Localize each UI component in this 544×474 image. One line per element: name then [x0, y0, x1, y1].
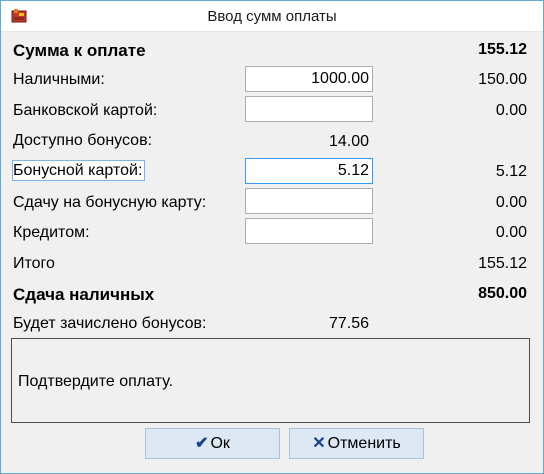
check-icon: ✔: [195, 435, 209, 452]
bonus-available-value: 14.00: [328, 133, 369, 150]
bank-card-value: 0.00: [495, 102, 527, 119]
total-value: 155.12: [478, 255, 527, 272]
cancel-button-label: Отменить: [327, 435, 401, 452]
bonus-card-label: Бонусной картой:: [11, 160, 146, 181]
window-title: Ввод сумм оплаты: [207, 8, 337, 25]
change-to-bonus-label: Сдачу на бонусную карту:: [13, 194, 207, 211]
cash-input[interactable]: 1000.00: [245, 66, 373, 92]
credit-label: Кредитом:: [13, 224, 90, 241]
bank-card-label: Банковской картой:: [13, 102, 158, 119]
bonus-card-label-text: Бонусной картой:: [11, 160, 146, 181]
message-panel: Подтвердите оплату.: [11, 338, 530, 423]
bonus-card-value: 5.12: [495, 163, 527, 180]
total-due-value: 155.12: [478, 41, 527, 58]
bank-card-input[interactable]: [245, 96, 373, 122]
ok-button-label: Ок: [210, 435, 230, 452]
payment-dialog: Ввод сумм оплаты Сумма к оплате 155.12 Н…: [0, 0, 544, 474]
bonus-credited-label: Будет зачислено бонусов:: [13, 315, 207, 332]
bonus-available-label: Доступно бонусов:: [13, 132, 153, 149]
bonus-credited-value: 77.56: [328, 315, 369, 332]
cash-change-label: Сдача наличных: [13, 285, 155, 304]
cash-value: 150.00: [478, 71, 527, 88]
cancel-button[interactable]: ✕ Отменить: [289, 428, 424, 459]
bonus-card-input[interactable]: 5.12: [245, 158, 373, 184]
credit-value: 0.00: [495, 224, 527, 241]
change-to-bonus-value: 0.00: [495, 194, 527, 211]
cash-label: Наличными:: [13, 71, 105, 88]
total-label: Итого: [13, 255, 55, 272]
ok-button[interactable]: ✔ Ок: [145, 428, 280, 459]
total-due-label: Сумма к оплате: [13, 41, 146, 60]
credit-input[interactable]: [245, 218, 373, 244]
message-text: Подтвердите оплату.: [18, 373, 174, 390]
x-icon: ✕: [312, 435, 326, 452]
title-bar: Ввод сумм оплаты: [1, 1, 543, 32]
cash-change-value: 850.00: [478, 285, 527, 302]
change-to-bonus-input[interactable]: [245, 188, 373, 214]
